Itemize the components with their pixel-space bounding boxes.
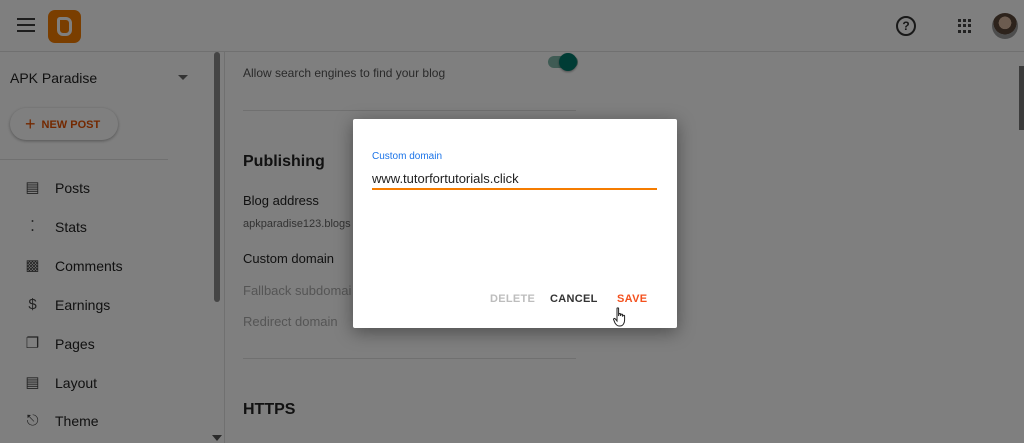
custom-domain-field-label: Custom domain (372, 151, 443, 162)
save-button[interactable]: SAVE (617, 293, 647, 305)
cancel-button[interactable]: CANCEL (550, 293, 598, 305)
custom-domain-dialog: Custom domain DELETE CANCEL SAVE (353, 119, 677, 328)
delete-button[interactable]: DELETE (490, 293, 535, 305)
custom-domain-input[interactable] (372, 168, 657, 190)
hand-cursor-icon (613, 307, 626, 327)
